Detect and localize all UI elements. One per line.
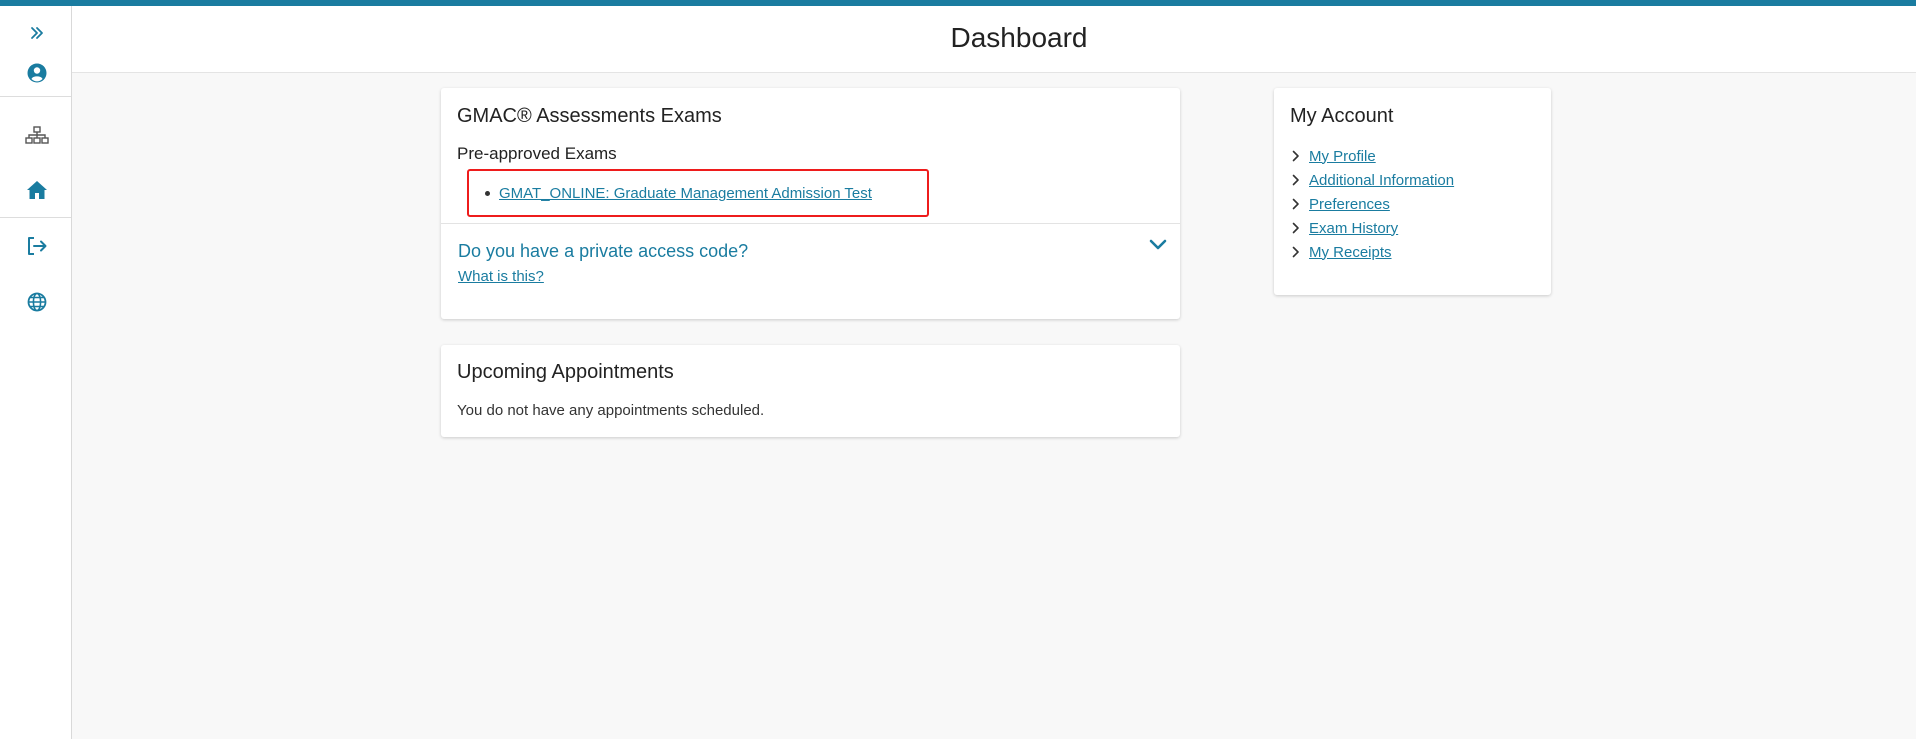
sitemap-icon[interactable] xyxy=(21,120,53,152)
globe-icon[interactable] xyxy=(21,286,53,318)
account-card: My Account My Profile Additional Informa… xyxy=(1274,88,1551,295)
account-card-title: My Account xyxy=(1290,105,1394,127)
account-link-item: Exam History xyxy=(1291,218,1398,238)
home-icon[interactable] xyxy=(21,174,53,206)
chevron-right-icon xyxy=(1292,198,1299,210)
page-header: Dashboard xyxy=(72,6,1916,73)
chevron-right-icon xyxy=(1292,150,1299,162)
sign-out-icon[interactable] xyxy=(21,230,53,262)
account-link-item: Preferences xyxy=(1291,194,1390,214)
no-appointments-message: You do not have any appointments schedul… xyxy=(457,402,765,419)
card-divider xyxy=(441,223,1180,224)
exam-link-gmat-online[interactable]: GMAT_ONLINE: Graduate Management Admissi… xyxy=(499,185,872,202)
my-receipts-link[interactable]: My Receipts xyxy=(1309,244,1392,261)
chevron-right-icon xyxy=(1292,246,1299,258)
what-is-this-link[interactable]: What is this? xyxy=(458,268,544,285)
appointments-card-title: Upcoming Appointments xyxy=(457,361,674,383)
account-link-item: Additional Information xyxy=(1291,170,1454,190)
chevron-right-icon xyxy=(1292,222,1299,234)
my-profile-link[interactable]: My Profile xyxy=(1309,148,1376,165)
list-bullet xyxy=(485,191,490,196)
exams-card: GMAC® Assessments Exams Pre-approved Exa… xyxy=(441,88,1180,319)
additional-information-link[interactable]: Additional Information xyxy=(1309,172,1454,189)
exam-history-link[interactable]: Exam History xyxy=(1309,220,1398,237)
account-link-item: My Profile xyxy=(1291,146,1376,166)
exam-list-highlight: GMAT_ONLINE: Graduate Management Admissi… xyxy=(467,169,929,217)
access-code-question[interactable]: Do you have a private access code? xyxy=(458,241,748,262)
user-circle-icon[interactable] xyxy=(21,57,53,89)
exams-card-title: GMAC® Assessments Exams xyxy=(457,105,722,127)
chevron-down-icon[interactable] xyxy=(1149,238,1171,256)
double-chevron-right-icon[interactable] xyxy=(21,17,53,49)
chevron-right-icon xyxy=(1292,174,1299,186)
account-link-item: My Receipts xyxy=(1291,242,1392,262)
preapproved-exams-label: Pre-approved Exams xyxy=(457,144,617,163)
appointments-card: Upcoming Appointments You do not have an… xyxy=(441,345,1180,437)
sidebar-divider xyxy=(0,96,71,97)
page-title: Dashboard xyxy=(950,22,1088,53)
preferences-link[interactable]: Preferences xyxy=(1309,196,1390,213)
sidebar xyxy=(0,6,72,739)
sidebar-divider xyxy=(0,217,71,218)
